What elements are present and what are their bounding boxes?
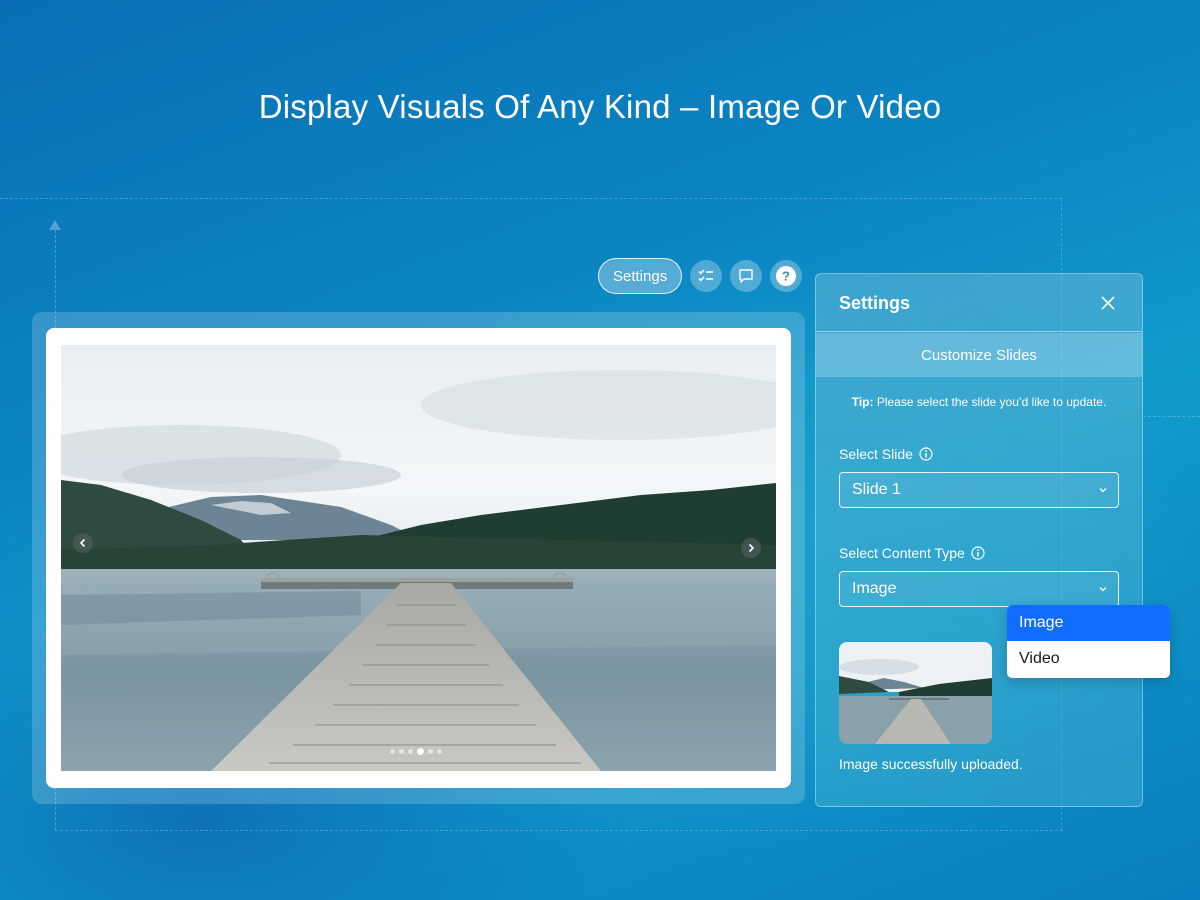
select-slide-label-text: Select Slide: [839, 446, 913, 462]
tip-label: Tip:: [851, 395, 874, 409]
select-slide-value: Slide 1: [852, 481, 901, 498]
svg-text:?: ?: [782, 269, 790, 284]
comment-icon: [739, 269, 753, 283]
guide-line-bottom: [55, 830, 1063, 831]
chevron-down-icon: [1099, 488, 1107, 493]
slide-dot[interactable]: [428, 749, 433, 754]
tab-customize-slides[interactable]: Customize Slides: [816, 333, 1142, 377]
guide-line-right: [1143, 416, 1200, 417]
settings-panel: Settings Customize Slides Tip: Please se…: [815, 273, 1143, 807]
checklist-icon: [698, 269, 714, 282]
chevron-down-icon: [1099, 587, 1107, 592]
upload-status-message: Image successfully uploaded.: [839, 756, 1023, 772]
content-type-menu: Image Video: [1007, 605, 1170, 678]
chevron-right-icon: [748, 543, 755, 553]
uploaded-image-thumbnail[interactable]: [839, 642, 992, 744]
slide-dot[interactable]: [408, 749, 413, 754]
slide-dot-active[interactable]: [417, 748, 424, 755]
element-toolbar: Settings ?: [598, 258, 803, 294]
content-type-label: Select Content Type: [839, 545, 985, 561]
slide-dot[interactable]: [390, 749, 395, 754]
select-slide-label: Select Slide: [839, 446, 933, 462]
guide-arrow-icon: [49, 220, 61, 230]
slide-prev-button[interactable]: [73, 533, 93, 553]
tip-text: Tip: Please select the slide you’d like …: [816, 395, 1142, 409]
slide-next-button[interactable]: [741, 538, 761, 558]
thumbnail-photo: [839, 642, 992, 744]
panel-header: Settings: [816, 274, 1142, 332]
comment-button[interactable]: [730, 260, 763, 292]
close-icon: [1101, 296, 1115, 310]
info-icon[interactable]: [971, 546, 985, 560]
panel-title: Settings: [839, 293, 911, 313]
slide-image[interactable]: [61, 345, 776, 771]
content-type-label-text: Select Content Type: [839, 545, 965, 561]
hero-title: Display Visuals Of Any Kind – Image Or V…: [258, 88, 942, 125]
option-video[interactable]: Video: [1007, 641, 1170, 677]
select-slide-dropdown[interactable]: Slide 1: [839, 472, 1119, 508]
help-button[interactable]: ?: [770, 260, 803, 292]
help-icon: ?: [776, 266, 797, 286]
chevron-left-icon: [79, 538, 86, 548]
info-icon[interactable]: [919, 447, 933, 461]
option-image[interactable]: Image: [1007, 605, 1170, 641]
slide-dot[interactable]: [437, 749, 442, 754]
content-type-value: Image: [852, 580, 897, 597]
slide-dot[interactable]: [399, 749, 404, 754]
close-button[interactable]: [1098, 293, 1118, 313]
content-type-dropdown[interactable]: Image: [839, 571, 1119, 607]
settings-button[interactable]: Settings: [598, 258, 683, 294]
tip-message: Please select the slide you’d like to up…: [873, 395, 1107, 409]
slide-pagination: [390, 748, 442, 755]
lake-dock-photo: [61, 345, 776, 771]
checklist-button[interactable]: [690, 260, 723, 292]
